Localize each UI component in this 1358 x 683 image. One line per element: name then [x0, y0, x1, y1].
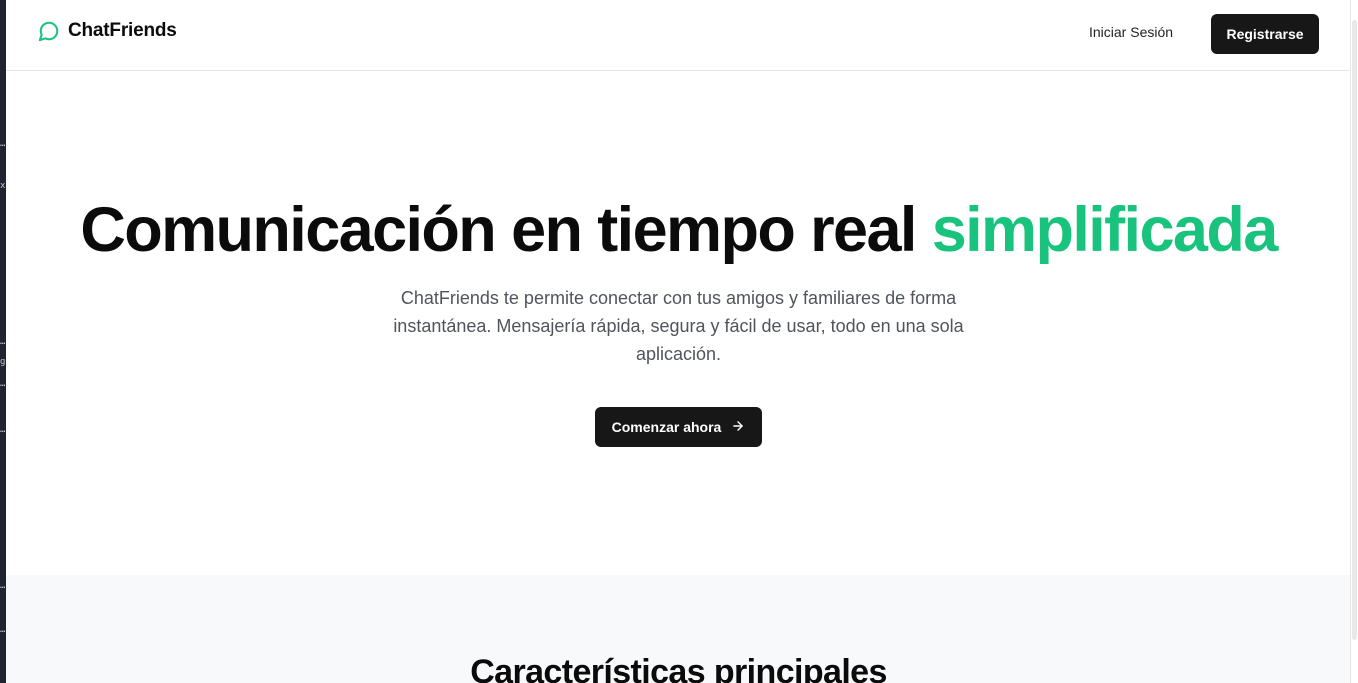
scrollbar-thumb[interactable]	[1352, 20, 1357, 640]
start-now-button[interactable]: Comenzar ahora	[595, 407, 762, 447]
hero-subtitle: ChatFriends te permite conectar con tus …	[393, 288, 964, 364]
scrollbar[interactable]	[1350, 0, 1358, 683]
landing-page: ChatFriends Iniciar Sesión Registrarse C…	[6, 0, 1351, 683]
top-navbar: ChatFriends Iniciar Sesión Registrarse	[6, 0, 1351, 71]
hero-title: Comunicación en tiempo real simplificada	[6, 192, 1351, 268]
features-section: Características principales	[6, 575, 1351, 683]
brand-name: ChatFriends	[68, 20, 177, 41]
arrow-right-icon	[731, 419, 745, 436]
brand-logo-link[interactable]: ChatFriends	[38, 20, 177, 42]
login-link[interactable]: Iniciar Sesión	[1089, 24, 1173, 40]
features-title: Características principales	[470, 653, 887, 683]
hero-title-accent: simplificada	[931, 195, 1279, 265]
hero-title-main: Comunicación en tiempo real	[80, 195, 932, 265]
chat-bubble-icon	[38, 20, 60, 42]
cta-label: Comenzar ahora	[611, 419, 722, 435]
register-button[interactable]: Registrarse	[1211, 14, 1319, 54]
